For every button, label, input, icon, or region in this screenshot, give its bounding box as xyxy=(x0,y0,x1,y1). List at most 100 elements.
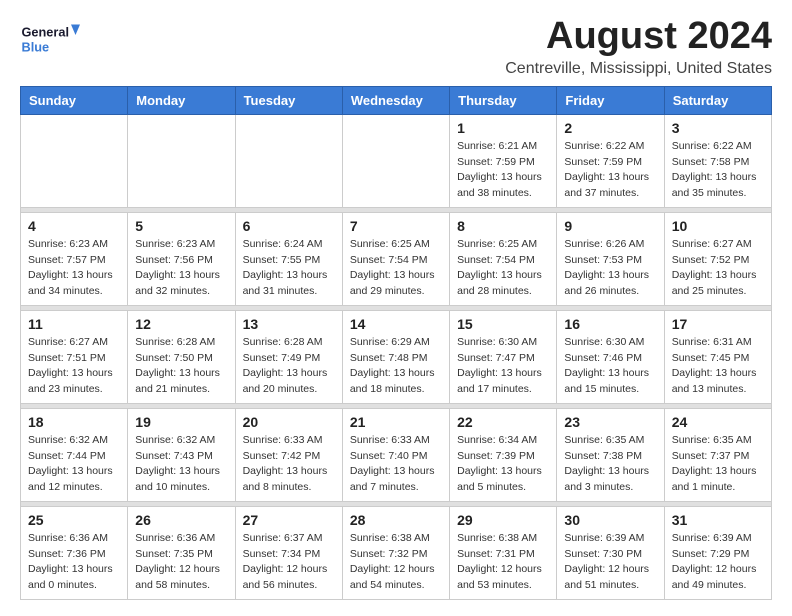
calendar-cell-3-2: 20 Sunrise: 6:33 AMSunset: 7:42 PMDaylig… xyxy=(235,408,342,501)
day-info: Sunrise: 6:24 AMSunset: 7:55 PMDaylight:… xyxy=(243,237,335,300)
day-info: Sunrise: 6:36 AMSunset: 7:35 PMDaylight:… xyxy=(135,531,227,594)
calendar-table: Sunday Monday Tuesday Wednesday Thursday… xyxy=(20,86,772,600)
calendar-cell-3-0: 18 Sunrise: 6:32 AMSunset: 7:44 PMDaylig… xyxy=(21,408,128,501)
calendar-cell-1-5: 9 Sunrise: 6:26 AMSunset: 7:53 PMDayligh… xyxy=(557,212,664,305)
day-number: 16 xyxy=(564,316,656,332)
header-tuesday: Tuesday xyxy=(235,86,342,114)
day-info: Sunrise: 6:23 AMSunset: 7:56 PMDaylight:… xyxy=(135,237,227,300)
calendar-cell-1-3: 7 Sunrise: 6:25 AMSunset: 7:54 PMDayligh… xyxy=(342,212,449,305)
calendar-cell-0-0 xyxy=(21,114,128,207)
day-number: 13 xyxy=(243,316,335,332)
day-info: Sunrise: 6:22 AMSunset: 7:59 PMDaylight:… xyxy=(564,139,656,202)
day-number: 27 xyxy=(243,512,335,528)
day-info: Sunrise: 6:34 AMSunset: 7:39 PMDaylight:… xyxy=(457,433,549,496)
day-info: Sunrise: 6:33 AMSunset: 7:42 PMDaylight:… xyxy=(243,433,335,496)
page-header: General Blue August 2024 Centreville, Mi… xyxy=(20,16,772,78)
day-info: Sunrise: 6:27 AMSunset: 7:51 PMDaylight:… xyxy=(28,335,120,398)
calendar-cell-4-0: 25 Sunrise: 6:36 AMSunset: 7:36 PMDaylig… xyxy=(21,506,128,599)
day-number: 18 xyxy=(28,414,120,430)
day-number: 22 xyxy=(457,414,549,430)
calendar-cell-3-3: 21 Sunrise: 6:33 AMSunset: 7:40 PMDaylig… xyxy=(342,408,449,501)
day-number: 25 xyxy=(28,512,120,528)
header-thursday: Thursday xyxy=(450,86,557,114)
day-number: 31 xyxy=(672,512,764,528)
calendar-cell-4-5: 30 Sunrise: 6:39 AMSunset: 7:30 PMDaylig… xyxy=(557,506,664,599)
day-number: 12 xyxy=(135,316,227,332)
day-number: 2 xyxy=(564,120,656,136)
day-number: 5 xyxy=(135,218,227,234)
day-number: 14 xyxy=(350,316,442,332)
day-number: 3 xyxy=(672,120,764,136)
location-subtitle: Centreville, Mississippi, United States xyxy=(505,60,772,78)
calendar-cell-1-2: 6 Sunrise: 6:24 AMSunset: 7:55 PMDayligh… xyxy=(235,212,342,305)
weekday-header-row: Sunday Monday Tuesday Wednesday Thursday… xyxy=(21,86,772,114)
calendar-cell-2-1: 12 Sunrise: 6:28 AMSunset: 7:50 PMDaylig… xyxy=(128,310,235,403)
day-number: 19 xyxy=(135,414,227,430)
calendar-cell-2-3: 14 Sunrise: 6:29 AMSunset: 7:48 PMDaylig… xyxy=(342,310,449,403)
header-wednesday: Wednesday xyxy=(342,86,449,114)
day-number: 24 xyxy=(672,414,764,430)
calendar-cell-3-4: 22 Sunrise: 6:34 AMSunset: 7:39 PMDaylig… xyxy=(450,408,557,501)
calendar-cell-2-2: 13 Sunrise: 6:28 AMSunset: 7:49 PMDaylig… xyxy=(235,310,342,403)
day-number: 28 xyxy=(350,512,442,528)
calendar-cell-0-6: 3 Sunrise: 6:22 AMSunset: 7:58 PMDayligh… xyxy=(664,114,771,207)
calendar-cell-3-6: 24 Sunrise: 6:35 AMSunset: 7:37 PMDaylig… xyxy=(664,408,771,501)
calendar-cell-0-1 xyxy=(128,114,235,207)
day-number: 17 xyxy=(672,316,764,332)
logo-svg: General Blue xyxy=(20,16,80,60)
day-number: 8 xyxy=(457,218,549,234)
svg-text:Blue: Blue xyxy=(22,40,50,55)
logo: General Blue xyxy=(20,16,80,60)
day-info: Sunrise: 6:29 AMSunset: 7:48 PMDaylight:… xyxy=(350,335,442,398)
day-number: 6 xyxy=(243,218,335,234)
day-info: Sunrise: 6:25 AMSunset: 7:54 PMDaylight:… xyxy=(457,237,549,300)
calendar-cell-0-3 xyxy=(342,114,449,207)
day-info: Sunrise: 6:32 AMSunset: 7:43 PMDaylight:… xyxy=(135,433,227,496)
day-info: Sunrise: 6:30 AMSunset: 7:46 PMDaylight:… xyxy=(564,335,656,398)
day-info: Sunrise: 6:37 AMSunset: 7:34 PMDaylight:… xyxy=(243,531,335,594)
day-info: Sunrise: 6:25 AMSunset: 7:54 PMDaylight:… xyxy=(350,237,442,300)
svg-text:General: General xyxy=(22,25,69,40)
day-info: Sunrise: 6:38 AMSunset: 7:32 PMDaylight:… xyxy=(350,531,442,594)
day-number: 10 xyxy=(672,218,764,234)
day-info: Sunrise: 6:21 AMSunset: 7:59 PMDaylight:… xyxy=(457,139,549,202)
calendar-cell-2-4: 15 Sunrise: 6:30 AMSunset: 7:47 PMDaylig… xyxy=(450,310,557,403)
day-info: Sunrise: 6:28 AMSunset: 7:50 PMDaylight:… xyxy=(135,335,227,398)
day-number: 1 xyxy=(457,120,549,136)
title-section: August 2024 Centreville, Mississippi, Un… xyxy=(505,16,772,78)
calendar-cell-3-1: 19 Sunrise: 6:32 AMSunset: 7:43 PMDaylig… xyxy=(128,408,235,501)
week-row-2: 4 Sunrise: 6:23 AMSunset: 7:57 PMDayligh… xyxy=(21,212,772,305)
week-row-1: 1 Sunrise: 6:21 AMSunset: 7:59 PMDayligh… xyxy=(21,114,772,207)
week-row-5: 25 Sunrise: 6:36 AMSunset: 7:36 PMDaylig… xyxy=(21,506,772,599)
header-sunday: Sunday xyxy=(21,86,128,114)
calendar-cell-0-5: 2 Sunrise: 6:22 AMSunset: 7:59 PMDayligh… xyxy=(557,114,664,207)
header-saturday: Saturday xyxy=(664,86,771,114)
calendar-cell-4-6: 31 Sunrise: 6:39 AMSunset: 7:29 PMDaylig… xyxy=(664,506,771,599)
day-number: 15 xyxy=(457,316,549,332)
day-info: Sunrise: 6:31 AMSunset: 7:45 PMDaylight:… xyxy=(672,335,764,398)
day-info: Sunrise: 6:30 AMSunset: 7:47 PMDaylight:… xyxy=(457,335,549,398)
calendar-cell-2-0: 11 Sunrise: 6:27 AMSunset: 7:51 PMDaylig… xyxy=(21,310,128,403)
calendar-cell-0-4: 1 Sunrise: 6:21 AMSunset: 7:59 PMDayligh… xyxy=(450,114,557,207)
day-number: 20 xyxy=(243,414,335,430)
day-number: 7 xyxy=(350,218,442,234)
day-number: 23 xyxy=(564,414,656,430)
day-info: Sunrise: 6:35 AMSunset: 7:37 PMDaylight:… xyxy=(672,433,764,496)
day-info: Sunrise: 6:22 AMSunset: 7:58 PMDaylight:… xyxy=(672,139,764,202)
day-info: Sunrise: 6:35 AMSunset: 7:38 PMDaylight:… xyxy=(564,433,656,496)
calendar-cell-4-1: 26 Sunrise: 6:36 AMSunset: 7:35 PMDaylig… xyxy=(128,506,235,599)
week-row-4: 18 Sunrise: 6:32 AMSunset: 7:44 PMDaylig… xyxy=(21,408,772,501)
calendar-cell-1-6: 10 Sunrise: 6:27 AMSunset: 7:52 PMDaylig… xyxy=(664,212,771,305)
day-info: Sunrise: 6:23 AMSunset: 7:57 PMDaylight:… xyxy=(28,237,120,300)
day-info: Sunrise: 6:38 AMSunset: 7:31 PMDaylight:… xyxy=(457,531,549,594)
day-number: 11 xyxy=(28,316,120,332)
day-info: Sunrise: 6:27 AMSunset: 7:52 PMDaylight:… xyxy=(672,237,764,300)
calendar-cell-1-4: 8 Sunrise: 6:25 AMSunset: 7:54 PMDayligh… xyxy=(450,212,557,305)
day-info: Sunrise: 6:36 AMSunset: 7:36 PMDaylight:… xyxy=(28,531,120,594)
day-number: 30 xyxy=(564,512,656,528)
calendar-cell-4-2: 27 Sunrise: 6:37 AMSunset: 7:34 PMDaylig… xyxy=(235,506,342,599)
day-info: Sunrise: 6:28 AMSunset: 7:49 PMDaylight:… xyxy=(243,335,335,398)
calendar-cell-1-1: 5 Sunrise: 6:23 AMSunset: 7:56 PMDayligh… xyxy=(128,212,235,305)
calendar-cell-2-6: 17 Sunrise: 6:31 AMSunset: 7:45 PMDaylig… xyxy=(664,310,771,403)
calendar-cell-0-2 xyxy=(235,114,342,207)
